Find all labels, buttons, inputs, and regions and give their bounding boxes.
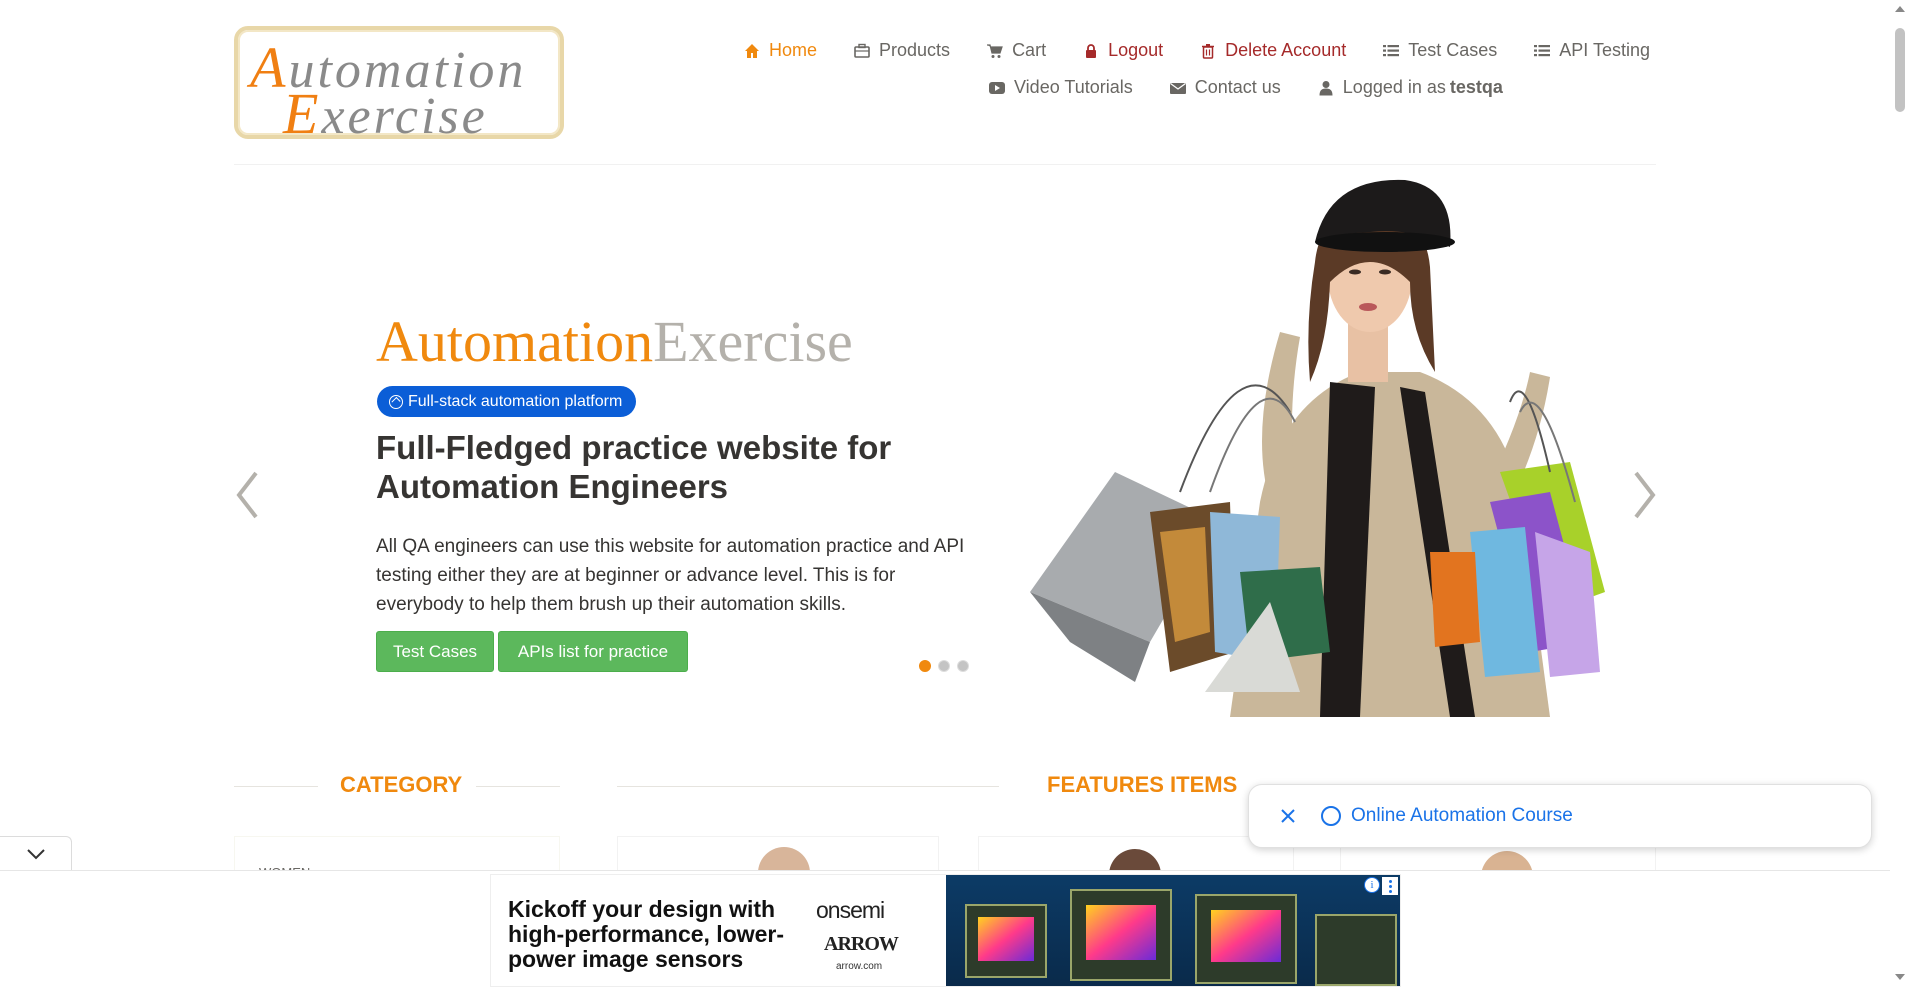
trash-icon bbox=[1200, 43, 1216, 59]
category-rule-right bbox=[476, 786, 560, 787]
slider-dot-2[interactable] bbox=[938, 660, 950, 672]
nav-logout[interactable]: Logout bbox=[1083, 40, 1163, 61]
category-heading: CATEGORY bbox=[340, 772, 463, 797]
online-course-label: Online Automation Course bbox=[1351, 805, 1573, 826]
scroll-up-icon[interactable] bbox=[1895, 6, 1905, 12]
chevron-left-icon bbox=[236, 471, 258, 519]
close-popup-button[interactable] bbox=[1273, 801, 1303, 831]
nav-contact-us[interactable]: Contact us bbox=[1169, 77, 1281, 98]
nav-products[interactable]: Products bbox=[854, 40, 950, 61]
nav-delete-account[interactable]: Delete Account bbox=[1200, 40, 1346, 61]
hero-brand: AutomationExercise bbox=[376, 309, 853, 374]
hero-title: Full-Fledged practice website for Automa… bbox=[376, 429, 892, 505]
online-course-link[interactable]: Online Automation Course bbox=[1321, 805, 1573, 827]
cart-icon bbox=[987, 43, 1003, 59]
secondary-nav: Video Tutorials Contact us Logged in as t… bbox=[989, 77, 1503, 98]
main-nav: Home Products Cart Logout Delete Account bbox=[744, 40, 1650, 61]
scroll-down-icon[interactable] bbox=[1895, 974, 1905, 980]
nav-contact-us-label: Contact us bbox=[1194, 77, 1281, 97]
slider-next-button[interactable] bbox=[1632, 470, 1658, 520]
nav-api-testing[interactable]: API Testing bbox=[1534, 40, 1650, 61]
nav-delete-account-label: Delete Account bbox=[1225, 40, 1347, 60]
platform-badge-label: Full-stack automation platform bbox=[408, 392, 623, 410]
home-icon bbox=[744, 43, 760, 59]
close-icon bbox=[1281, 809, 1295, 823]
hero-shopping-girl-image bbox=[1030, 179, 1605, 717]
category-rule-left bbox=[234, 786, 318, 787]
user-icon bbox=[1318, 80, 1334, 96]
ad-headline: Kickoff your design with high-performanc… bbox=[508, 896, 785, 972]
arrow-circle-icon bbox=[1321, 806, 1341, 826]
lock-icon bbox=[1083, 43, 1099, 59]
slider-dot-1[interactable] bbox=[919, 660, 931, 672]
chevron-down-icon bbox=[26, 848, 45, 859]
ad-collapse-button[interactable] bbox=[0, 836, 72, 870]
features-heading: FEATURES ITEMS bbox=[1047, 772, 1238, 797]
features-rule-left bbox=[617, 786, 999, 787]
nav-video-tutorials-label: Video Tutorials bbox=[1014, 77, 1133, 97]
list-icon bbox=[1534, 43, 1551, 59]
logged-in-label: Logged in as bbox=[1342, 77, 1446, 97]
logged-in-status: Logged in as testqa bbox=[1318, 77, 1503, 98]
nav-home-label: Home bbox=[769, 40, 818, 60]
slider-prev-button[interactable] bbox=[234, 470, 260, 520]
nav-cart-label: Cart bbox=[1012, 40, 1047, 60]
site-logo[interactable]: Automation Exercise bbox=[234, 26, 564, 146]
youtube-play-icon bbox=[989, 80, 1005, 96]
scroll-thumb[interactable] bbox=[1895, 28, 1905, 112]
nav-test-cases[interactable]: Test Cases bbox=[1383, 40, 1497, 61]
ad-brand-onsemi: onsemi bbox=[816, 897, 885, 923]
slider-indicators bbox=[919, 660, 976, 672]
online-course-popup: Online Automation Course bbox=[1248, 784, 1872, 848]
ad-info-icon[interactable]: i bbox=[1364, 877, 1380, 893]
slider-dot-3[interactable] bbox=[957, 660, 969, 672]
test-cases-button[interactable]: Test Cases bbox=[376, 631, 494, 672]
nav-logout-label: Logout bbox=[1108, 40, 1164, 60]
chevron-right-icon bbox=[1634, 471, 1656, 519]
nav-home[interactable]: Home bbox=[744, 40, 817, 61]
hero-description: All QA engineers can use this website fo… bbox=[376, 536, 965, 615]
banner-ad[interactable]: Kickoff your design with high-performanc… bbox=[490, 874, 1401, 987]
nav-test-cases-label: Test Cases bbox=[1408, 40, 1498, 60]
nav-products-label: Products bbox=[879, 40, 951, 60]
list-icon bbox=[1383, 43, 1400, 59]
platform-badge: Full-stack automation platform bbox=[377, 386, 637, 417]
logo-line-2: Exercise bbox=[283, 81, 488, 146]
page: Automation Exercise Home Products Cart L… bbox=[0, 0, 1910, 987]
briefcase-icon bbox=[854, 43, 870, 59]
nav-video-tutorials[interactable]: Video Tutorials bbox=[989, 77, 1133, 98]
scrollbar[interactable] bbox=[1890, 0, 1910, 987]
nav-api-testing-label: API Testing bbox=[1559, 40, 1650, 60]
nav-cart[interactable]: Cart bbox=[987, 40, 1046, 61]
arrow-circle-icon bbox=[389, 394, 403, 409]
ad-brand-url: arrow.com bbox=[836, 961, 883, 972]
envelope-icon bbox=[1169, 80, 1186, 96]
header-divider bbox=[234, 164, 1656, 165]
ad-menu-icon[interactable] bbox=[1382, 877, 1398, 895]
ad-brand-arrow: ARROW bbox=[824, 933, 899, 955]
apis-list-button[interactable]: APIs list for practice bbox=[498, 631, 688, 672]
ad-sensor-chips-image bbox=[946, 875, 1400, 986]
logged-in-username: testqa bbox=[1449, 77, 1503, 97]
